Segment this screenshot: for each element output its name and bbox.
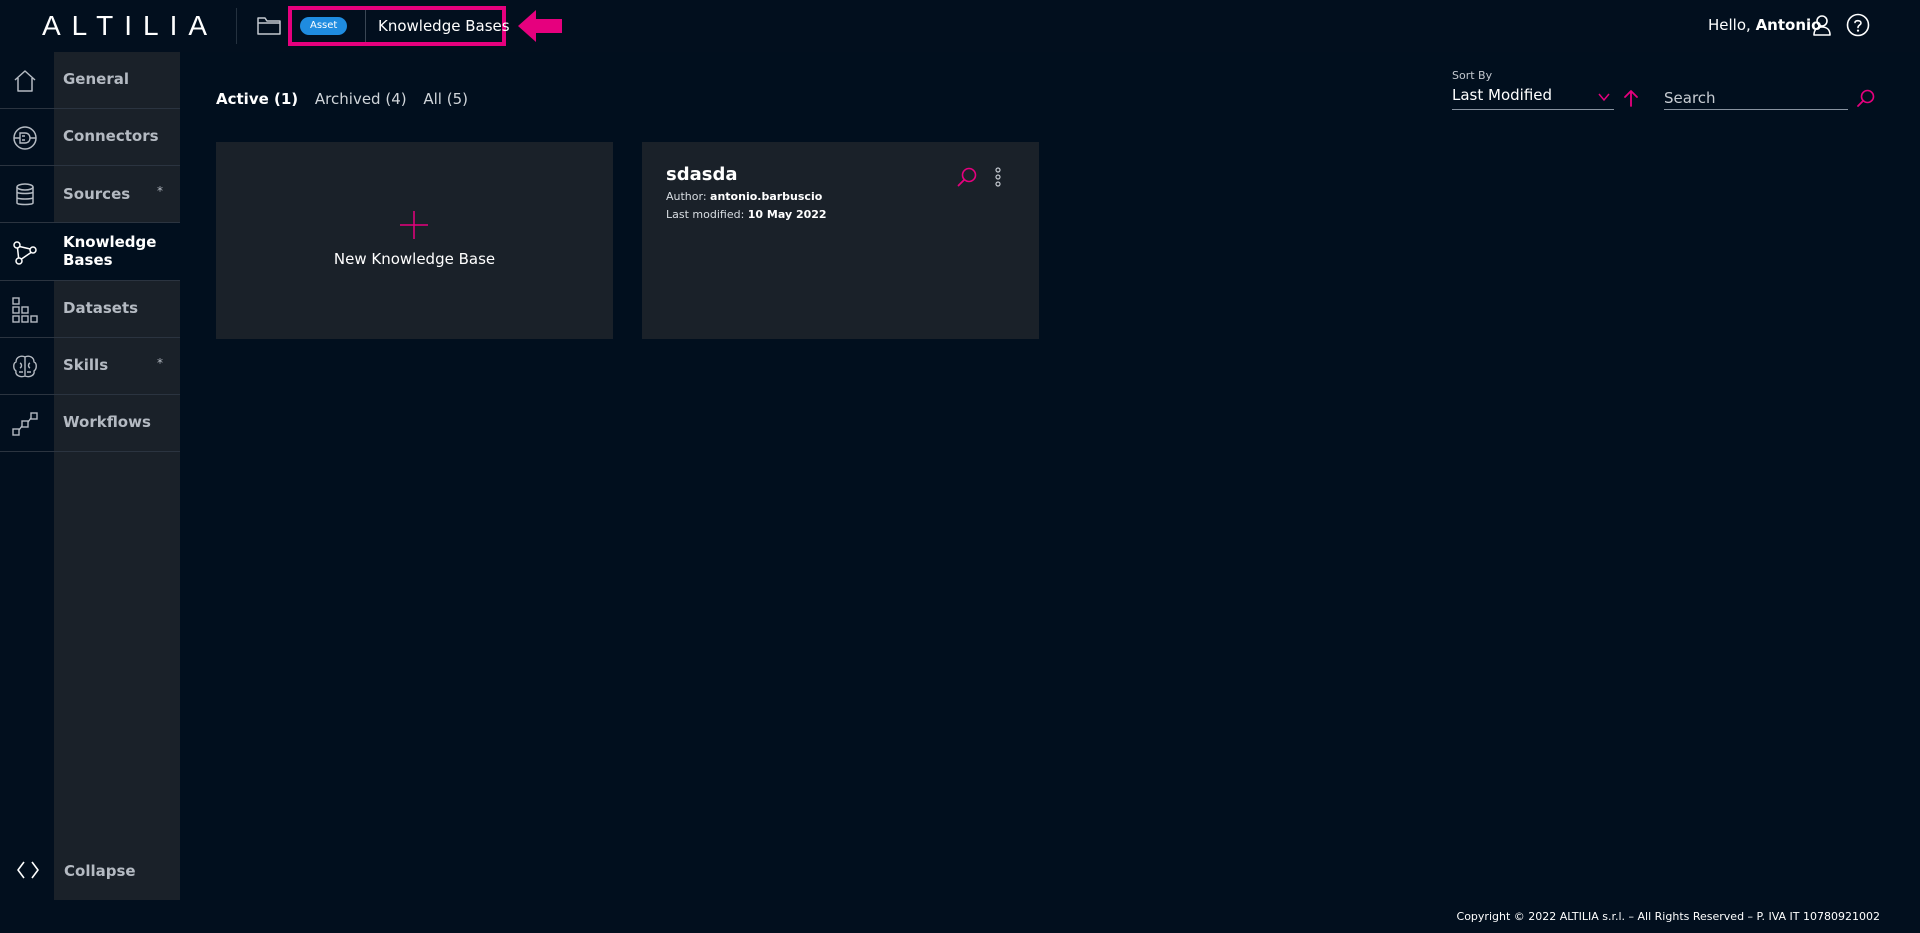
tab-archived[interactable]: Archived (4)	[315, 90, 407, 108]
connector-icon	[13, 126, 37, 150]
new-knowledge-base-card[interactable]: New Knowledge Base	[216, 142, 613, 339]
search-icon[interactable]	[1856, 88, 1876, 108]
search-input[interactable]	[1664, 86, 1848, 110]
help-icon[interactable]	[1846, 13, 1870, 37]
status-tabs: Active (1) Archived (4) All (5)	[216, 90, 480, 108]
tab-all[interactable]: All (5)	[423, 90, 468, 108]
sidebar-item-label: Sources	[63, 185, 131, 203]
arrow-left-icon	[518, 10, 562, 42]
chevron-down-icon	[1598, 93, 1610, 102]
header-divider	[236, 8, 237, 44]
brain-icon	[13, 355, 37, 378]
kb-search-icon[interactable]	[956, 166, 978, 188]
footer: Copyright © 2022 ALTILIA s.r.l. – All Ri…	[0, 900, 1920, 933]
home-icon	[14, 70, 36, 92]
copyright-text: Copyright © 2022 ALTILIA s.r.l. – All Ri…	[1456, 910, 1880, 923]
workflow-icon	[12, 412, 38, 436]
folder-icon[interactable]	[256, 14, 282, 36]
knowledge-base-card[interactable]: sdasda Author: antonio.barbuscio Last mo…	[642, 142, 1039, 339]
sidebar-item-label: Workflows	[63, 413, 151, 431]
database-icon	[16, 183, 34, 206]
breadcrumb-separator	[365, 10, 366, 42]
sort-direction-icon[interactable]	[1622, 89, 1640, 107]
kb-last-modified: Last modified: 10 May 2022	[666, 208, 827, 221]
grid-icon	[12, 297, 38, 323]
plus-icon	[400, 211, 428, 239]
sidebar-item-connectors[interactable]: Connectors	[0, 109, 180, 166]
sidebar-item-label: Knowledge Bases	[63, 233, 157, 269]
breadcrumb: Asset Knowledge Bases	[288, 6, 510, 46]
sidebar-item-general[interactable]: General	[0, 52, 180, 109]
sort-value: Last Modified	[1452, 86, 1553, 104]
collapse-icon[interactable]	[16, 860, 40, 880]
sort-select[interactable]: Last Modified	[1452, 86, 1614, 110]
top-bar: ALTILIA Asset Knowledge Bases Hello, Ant…	[0, 0, 1920, 52]
sidebar-item-datasets[interactable]: Datasets	[0, 281, 180, 338]
graph-icon	[13, 241, 37, 265]
sidebar-item-skills[interactable]: Skills *	[0, 338, 180, 395]
sidebar-item-label: Connectors	[63, 127, 159, 145]
asset-badge[interactable]: Asset	[300, 17, 348, 35]
sidebar: General Connectors Sources * Knowledge B…	[0, 52, 180, 900]
kb-author: Author: antonio.barbuscio	[666, 190, 823, 203]
sources-marker: *	[157, 184, 163, 198]
tab-active[interactable]: Active (1)	[216, 90, 298, 108]
user-greeting: Hello, Antonio	[1708, 16, 1822, 34]
skills-marker: *	[157, 356, 163, 370]
kb-title[interactable]: sdasda	[666, 164, 738, 185]
sidebar-item-label: General	[63, 70, 129, 88]
app-logo[interactable]: ALTILIA	[42, 10, 218, 42]
sidebar-item-sources[interactable]: Sources *	[0, 166, 180, 223]
more-vertical-icon[interactable]	[994, 166, 1002, 188]
sidebar-item-label: Skills	[63, 356, 109, 374]
collapse-button[interactable]: Collapse	[64, 862, 136, 880]
sidebar-item-label: Datasets	[63, 299, 139, 317]
sort-by-label: Sort By	[1452, 69, 1493, 82]
breadcrumb-current: Knowledge Bases	[378, 17, 510, 35]
sidebar-item-workflows[interactable]: Workflows	[0, 395, 180, 452]
user-icon[interactable]	[1812, 14, 1832, 36]
new-knowledge-base-label: New Knowledge Base	[333, 250, 496, 268]
sidebar-item-knowledge-bases[interactable]: Knowledge Bases	[0, 223, 180, 281]
